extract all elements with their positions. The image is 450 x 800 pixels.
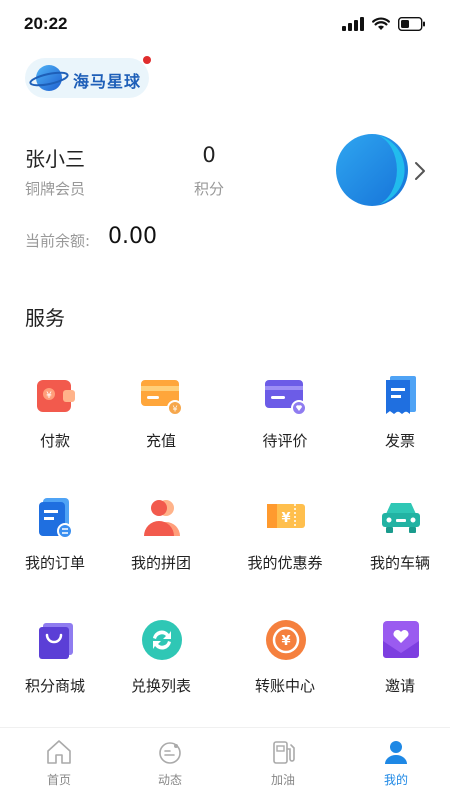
svg-text:¥: ¥	[281, 634, 290, 649]
tab-mine[interactable]: 我的	[341, 728, 450, 800]
recharge-card-icon: ¥	[141, 380, 183, 416]
exchange-icon	[142, 620, 182, 660]
svg-text:¥: ¥	[46, 391, 52, 401]
service-label: 我的车辆	[369, 554, 430, 572]
tab-label: 动态	[157, 773, 182, 787]
service-label: 付款	[39, 432, 70, 450]
battery-icon	[398, 17, 425, 31]
service-recharge[interactable]: ¥ 充值	[106, 372, 216, 472]
balance-label: 当前余额:	[25, 232, 91, 250]
service-transfer-center[interactable]: ¥ 转账中心	[230, 617, 340, 717]
app-logo[interactable]: 海马星球	[25, 56, 151, 98]
service-label: 发票	[384, 432, 415, 450]
wifi-icon	[372, 17, 390, 30]
notification-dot	[143, 56, 151, 64]
logo-text: 海马星球	[73, 72, 142, 91]
service-label: 我的订单	[24, 554, 85, 572]
service-invite[interactable]: 邀请	[345, 617, 450, 717]
service-label: 充值	[145, 432, 176, 450]
invite-icon	[383, 621, 419, 658]
service-my-orders[interactable]: 我的订单	[0, 494, 110, 594]
service-label: 我的拼团	[130, 554, 191, 572]
service-label: 转账中心	[254, 677, 315, 695]
service-invoice[interactable]: 发票	[345, 372, 450, 472]
service-label: 我的优惠券	[247, 554, 323, 572]
service-label: 兑换列表	[130, 677, 191, 695]
service-points-mall[interactable]: 积分商城	[0, 617, 110, 717]
home-icon	[47, 740, 71, 764]
member-level: 铜牌会员	[25, 180, 86, 198]
service-group-buy[interactable]: 我的拼团	[106, 494, 216, 594]
car-icon	[382, 503, 420, 533]
invoice-icon	[386, 376, 416, 414]
review-card-icon	[265, 380, 307, 416]
bottom-tab-bar: 首页 动态 加油 我的	[0, 727, 450, 800]
service-label: 待评价	[262, 432, 308, 450]
planet-logo-icon	[29, 65, 69, 91]
group-buy-icon	[144, 500, 180, 536]
service-review[interactable]: 待评价	[230, 372, 340, 472]
coupon-icon: ¥	[267, 504, 305, 528]
tab-feed[interactable]: 动态	[115, 728, 225, 800]
wallet-icon: ¥	[37, 380, 75, 412]
svg-text:¥: ¥	[281, 511, 290, 526]
status-bar: 20:22	[0, 0, 450, 50]
service-label: 邀请	[384, 677, 415, 695]
shopping-bag-icon	[39, 623, 73, 659]
order-icon	[39, 498, 73, 539]
tab-refuel[interactable]: 加油	[228, 728, 338, 800]
signal-icon	[342, 17, 364, 31]
tab-home[interactable]: 首页	[4, 728, 114, 800]
svg-text:¥: ¥	[172, 405, 177, 414]
avatar[interactable]	[335, 133, 409, 207]
points-label[interactable]: 积分	[189, 178, 229, 199]
balance-value: 0.00	[108, 224, 157, 249]
transfer-icon: ¥	[266, 620, 306, 660]
user-name: 张小三	[25, 147, 85, 171]
services-title: 服务	[25, 306, 65, 330]
tab-label: 我的	[383, 773, 408, 787]
tab-label: 加油	[270, 773, 295, 787]
service-my-coupons[interactable]: ¥ 我的优惠券	[230, 494, 340, 594]
tab-label: 首页	[46, 773, 71, 787]
service-pay[interactable]: ¥ 付款	[0, 372, 110, 472]
service-label: 积分商城	[24, 677, 85, 695]
service-my-vehicles[interactable]: 我的车辆	[345, 494, 450, 594]
planet-icon	[159, 742, 181, 764]
status-icons	[342, 17, 426, 31]
status-time: 20:22	[24, 14, 68, 33]
fuel-pump-icon	[273, 741, 295, 764]
chevron-right-icon[interactable]	[414, 161, 426, 181]
service-exchange-list[interactable]: 兑换列表	[106, 617, 216, 717]
user-icon	[385, 741, 407, 764]
points-value[interactable]: 0	[192, 143, 226, 167]
